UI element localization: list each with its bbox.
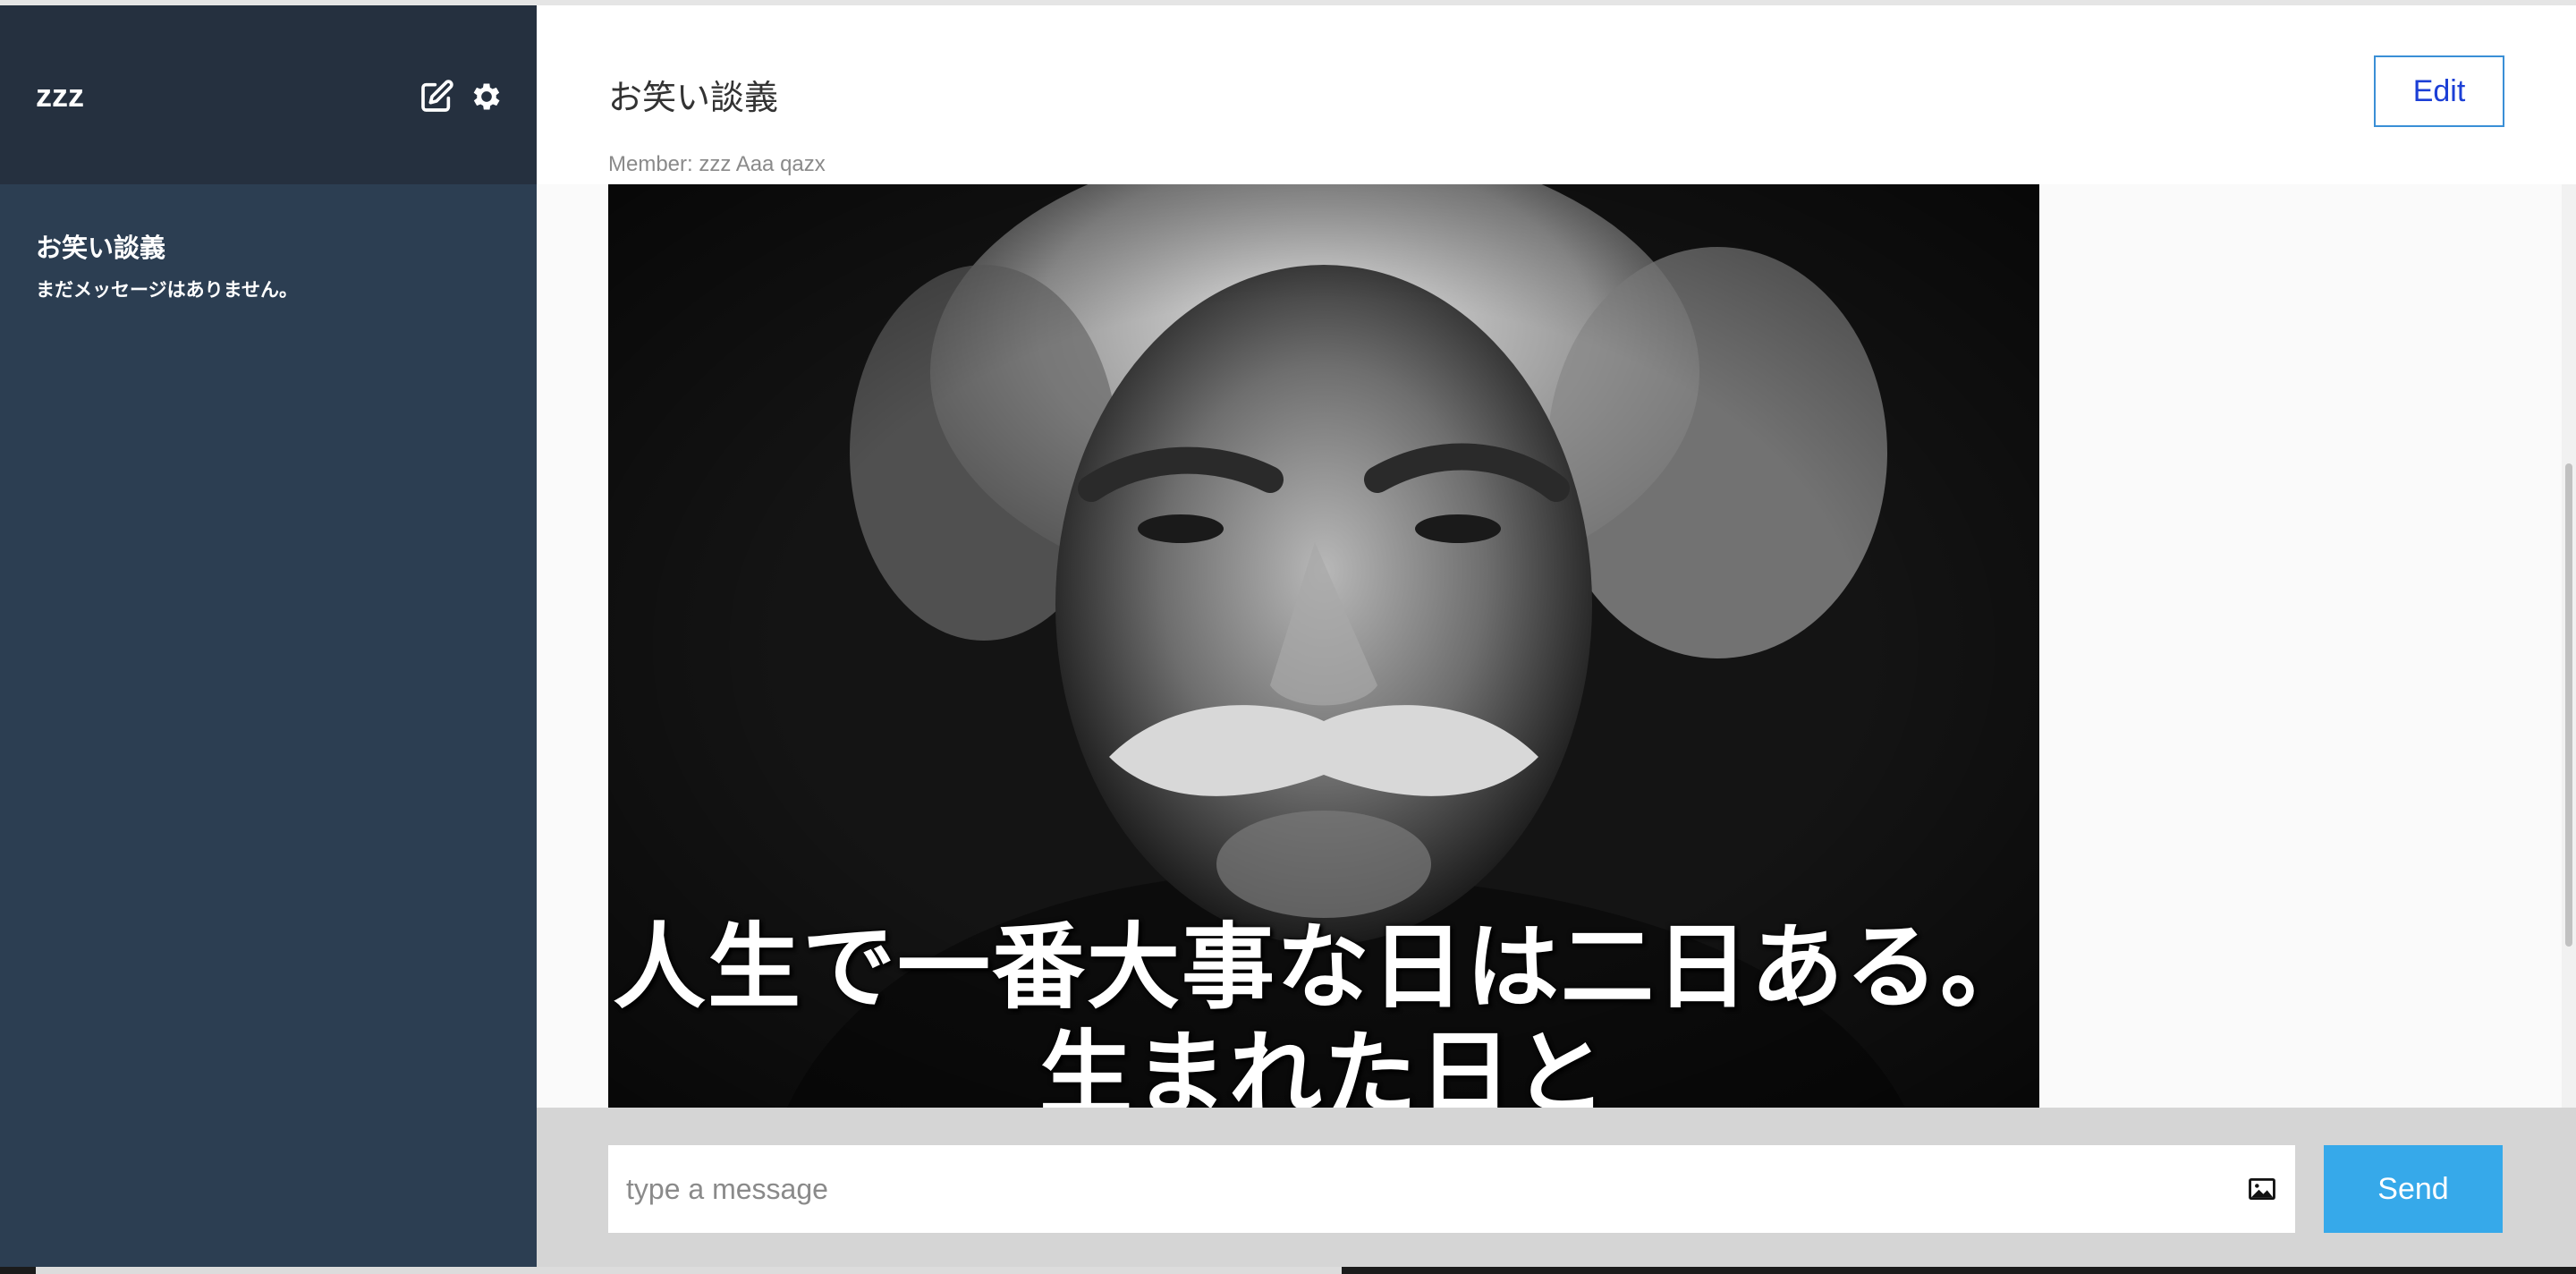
message-list-scrollbar[interactable] xyxy=(2562,184,2576,1108)
image-caption-line-2: 生まれた日と xyxy=(1038,1020,1608,1108)
room-title: お笑い談義 xyxy=(608,78,779,117)
message-input[interactable] xyxy=(608,1145,2218,1233)
room-list-item-preview: まだメッセージはありません。 xyxy=(36,279,298,301)
gear-icon[interactable] xyxy=(469,79,504,115)
chat-main: お笑い談義 Edit Member: zzz Aaa qazx 人生で一番大事な… xyxy=(537,5,2576,1267)
edit-room-button[interactable]: Edit xyxy=(2374,55,2504,127)
sidebar-header: zzz xyxy=(0,5,537,184)
member-list: Member: zzz Aaa qazx xyxy=(608,152,826,176)
composer: Send xyxy=(537,1108,2576,1267)
send-button[interactable]: Send xyxy=(2324,1145,2503,1233)
desktop-background-strip xyxy=(0,1267,2576,1274)
edit-icon[interactable] xyxy=(419,79,454,115)
message-image[interactable]: 人生で一番大事な日は二日ある。 生まれた日と xyxy=(608,184,2039,1108)
sidebar: zzz お笑い談義 まだメッセージはありません。 xyxy=(0,5,537,1267)
room-list-item-name: お笑い談義 xyxy=(36,233,166,263)
chat-header: お笑い談義 Edit Member: zzz Aaa qazx xyxy=(537,5,2576,184)
room-list-item[interactable]: お笑い談義 まだメッセージはありません。 xyxy=(0,213,537,320)
user-name: zzz xyxy=(36,77,84,114)
image-icon[interactable] xyxy=(2247,1174,2277,1204)
message-input-container xyxy=(608,1145,2295,1233)
message-list: 人生で一番大事な日は二日ある。 生まれた日と xyxy=(537,184,2562,1108)
desktop-window-edge xyxy=(36,1267,1342,1274)
scrollbar-thumb[interactable] xyxy=(2565,463,2572,947)
